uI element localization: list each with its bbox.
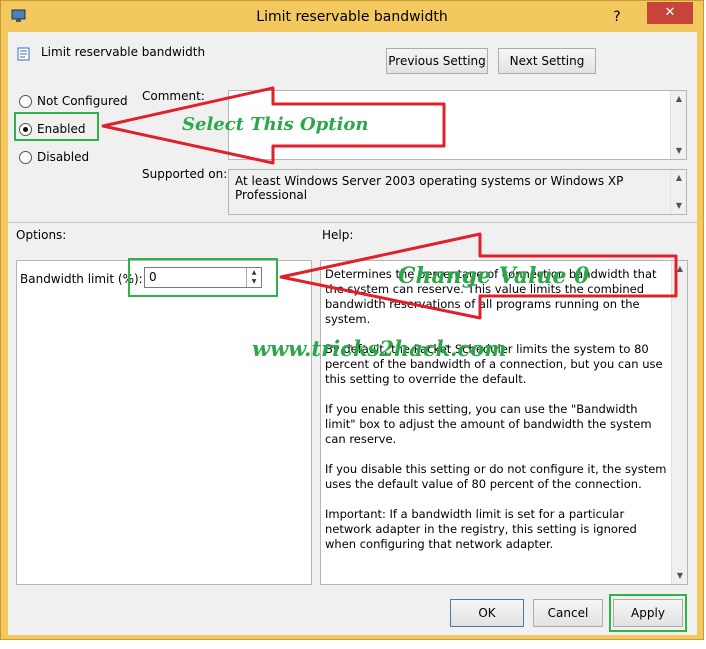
scroll-up-icon[interactable]: ▲ <box>672 261 688 277</box>
supported-on-label: Supported on: <box>142 167 228 181</box>
setting-name: Limit reservable bandwidth <box>41 45 206 59</box>
options-label: Options: <box>16 228 67 242</box>
help-scrollbar[interactable]: ▲ ▼ <box>671 261 687 584</box>
section-divider <box>8 222 697 223</box>
scroll-down-icon[interactable]: ▼ <box>672 568 688 584</box>
radio-label: Enabled <box>37 122 86 136</box>
radio-label: Disabled <box>37 150 90 164</box>
bandwidth-limit-stepper[interactable]: 0 ▲ ▼ <box>144 267 262 288</box>
comment-scrollbar[interactable]: ▲ ▼ <box>670 91 686 159</box>
stepper-up-icon[interactable]: ▲ <box>247 268 261 277</box>
comment-label: Comment: <box>142 89 205 103</box>
help-panel: Determines the percentage of connection … <box>320 260 688 585</box>
help-paragraph: If you disable this setting or do not co… <box>325 462 667 491</box>
radio-label: Not Configured <box>37 94 128 108</box>
options-panel: Bandwidth limit (%): <box>16 260 312 585</box>
scroll-down-icon[interactable]: ▼ <box>671 198 687 214</box>
window-title: Limit reservable bandwidth <box>256 9 448 25</box>
stepper-down-icon[interactable]: ▼ <box>247 277 261 286</box>
annotation-select-option: Select This Option <box>182 114 369 135</box>
radio-circle[interactable] <box>19 94 32 108</box>
bandwidth-limit-label: Bandwidth limit (%): <box>20 272 143 286</box>
bandwidth-limit-value[interactable]: 0 <box>149 270 157 284</box>
supported-scrollbar[interactable]: ▲ ▼ <box>670 170 686 214</box>
dialog-window: Limit reservable bandwidth ? ✕ Limit res… <box>0 0 704 640</box>
ok-button[interactable]: OK <box>450 599 524 627</box>
supported-on-field: At least Windows Server 2003 operating s… <box>228 169 687 215</box>
radio-circle-checked[interactable] <box>19 122 32 136</box>
scroll-up-icon[interactable]: ▲ <box>671 91 687 107</box>
scroll-up-icon[interactable]: ▲ <box>671 170 687 186</box>
radio-circle[interactable] <box>19 150 32 164</box>
supported-on-value: At least Windows Server 2003 operating s… <box>235 174 624 202</box>
next-setting-button[interactable]: Next Setting <box>498 48 596 74</box>
stepper-buttons[interactable]: ▲ ▼ <box>246 268 261 287</box>
help-question-icon[interactable]: ? <box>607 7 627 27</box>
annotation-change-value: Change Value 0 <box>398 263 590 289</box>
cancel-button[interactable]: Cancel <box>533 599 603 627</box>
help-paragraph: If you enable this setting, you can use … <box>325 402 652 446</box>
radio-disabled[interactable]: Disabled <box>19 148 89 166</box>
radio-enabled[interactable]: Enabled <box>19 120 86 138</box>
scroll-down-icon[interactable]: ▼ <box>671 143 687 159</box>
radio-not-configured[interactable]: Not Configured <box>19 92 128 110</box>
close-icon[interactable]: ✕ <box>647 2 693 24</box>
help-label: Help: <box>322 228 354 242</box>
help-text: Determines the percentage of connection … <box>325 267 671 567</box>
title-bar[interactable]: Limit reservable bandwidth ? ✕ <box>1 1 703 32</box>
apply-button[interactable]: Apply <box>613 599 683 627</box>
help-paragraph: Important: If a bandwidth limit is set f… <box>325 507 637 551</box>
setting-page-icon <box>17 47 30 61</box>
watermark-text: www.tricks2hack.com <box>252 336 507 361</box>
previous-setting-button[interactable]: Previous Setting <box>386 48 488 74</box>
